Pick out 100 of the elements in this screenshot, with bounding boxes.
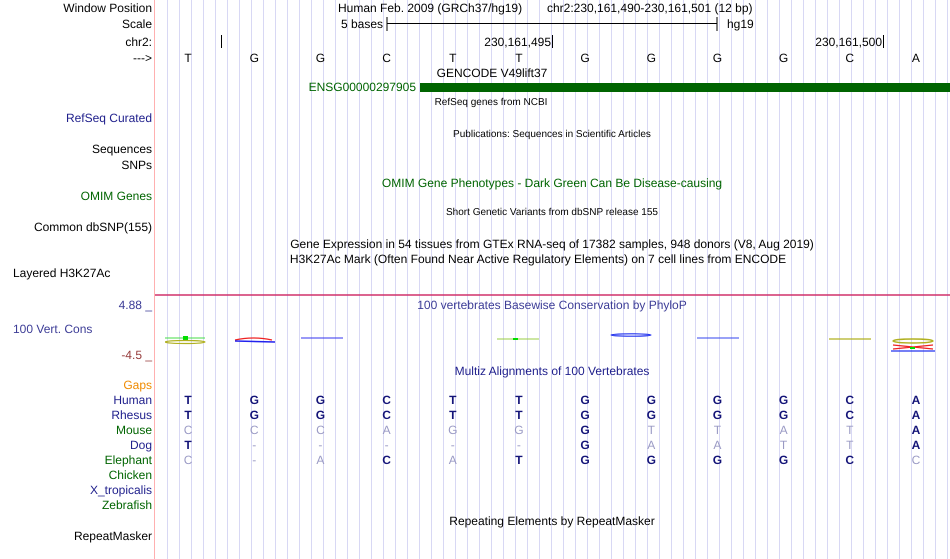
aligned-base: T bbox=[515, 393, 523, 407]
aligned-base: G bbox=[646, 393, 656, 407]
aligned-base: G bbox=[712, 453, 722, 467]
assembly-db-label: hg19 bbox=[727, 17, 754, 31]
species-label: X_tropicalis bbox=[90, 483, 152, 497]
track-label: Gaps bbox=[123, 378, 152, 392]
aligned-base: C bbox=[912, 453, 920, 467]
aligned-base: C bbox=[184, 423, 192, 437]
aligned-base: G bbox=[514, 423, 524, 437]
aligned-base: T bbox=[515, 453, 523, 467]
track-title: Repeating Elements by RepeatMasker bbox=[449, 514, 655, 528]
aligned-base: C bbox=[250, 423, 259, 437]
track-label: -4.5 _ bbox=[121, 348, 152, 362]
track-label: chr2: bbox=[125, 35, 152, 49]
species-label: Dog bbox=[130, 438, 152, 452]
aligned-base: G bbox=[448, 423, 458, 437]
aligned-base: C bbox=[184, 453, 192, 467]
aligned-base: T bbox=[846, 423, 854, 437]
track-label: Scale bbox=[122, 17, 152, 31]
aligned-base: - bbox=[516, 438, 521, 452]
track-title: RefSeq genes from NCBI bbox=[434, 96, 548, 110]
track-title: Publications: Sequences in Scientific Articles bbox=[453, 128, 651, 142]
aligned-base: G bbox=[712, 393, 722, 407]
gene-bar[interactable] bbox=[420, 83, 950, 92]
aligned-base: C bbox=[382, 408, 391, 422]
species-label: Human bbox=[113, 393, 152, 407]
position-range: chr2:230,161,490-230,161,501 (12 bp) bbox=[547, 1, 752, 15]
aligned-base: T bbox=[648, 423, 655, 437]
aligned-base: A bbox=[912, 393, 920, 407]
track-label: Layered H3K27Ac bbox=[13, 266, 110, 280]
track-title: Gene Expression in 54 tissues from GTEx RNA-seq of 17382 samples, 948 donors (V8, Aug 2019) bbox=[290, 237, 814, 251]
base-letter: C bbox=[382, 51, 391, 65]
aligned-base: - bbox=[450, 438, 455, 452]
aligned-base: T bbox=[714, 423, 722, 437]
aligned-base: G bbox=[778, 453, 788, 467]
aligned-base: T bbox=[449, 393, 456, 407]
aligned-base: A bbox=[912, 408, 920, 422]
track-title: H3K27Ac Mark (Often Found Near Active Regulatory Elements) on 7 cell lines from ENCODE bbox=[290, 252, 786, 266]
species-label: Chicken bbox=[108, 468, 152, 482]
aligned-base: T bbox=[846, 438, 854, 452]
base-letter: T bbox=[184, 51, 192, 65]
track-label: ---> bbox=[133, 51, 152, 65]
base-letter: T bbox=[515, 51, 523, 65]
aligned-base: G bbox=[778, 408, 788, 422]
species-label: Mouse bbox=[116, 423, 152, 437]
track-label: Sequences bbox=[92, 142, 152, 156]
aligned-base: G bbox=[580, 408, 590, 422]
track-title: OMIM Gene Phenotypes - Dark Green Can Be Disease-causing bbox=[382, 176, 722, 190]
aligned-base: T bbox=[184, 438, 192, 452]
base-letter: G bbox=[250, 51, 259, 65]
ruler-position: 230,161,495 bbox=[484, 35, 551, 49]
aligned-base: - bbox=[252, 438, 256, 452]
species-label: Elephant bbox=[104, 453, 152, 467]
track-label: 4.88 _ bbox=[118, 298, 152, 312]
tick-mark bbox=[552, 35, 553, 48]
aligned-base: A bbox=[912, 423, 920, 437]
aligned-base: C bbox=[316, 423, 325, 437]
aligned-base: C bbox=[845, 408, 854, 422]
base-letter: G bbox=[712, 51, 722, 65]
aligned-base: G bbox=[646, 453, 656, 467]
scale-label: 5 bases bbox=[340, 17, 383, 31]
aligned-base: G bbox=[316, 408, 326, 422]
aligned-base: G bbox=[580, 393, 590, 407]
aligned-base: T bbox=[780, 438, 788, 452]
aligned-base: G bbox=[712, 408, 722, 422]
aligned-base: T bbox=[184, 393, 192, 407]
species-label: Rhesus bbox=[111, 408, 152, 422]
aligned-base: A bbox=[780, 423, 788, 437]
aligned-base: - bbox=[252, 453, 256, 467]
aligned-base: G bbox=[250, 408, 259, 422]
track-title: Short Genetic Variants from dbSNP release 155 bbox=[446, 206, 658, 220]
aligned-base: A bbox=[912, 438, 920, 452]
aligned-base: T bbox=[515, 408, 523, 422]
aligned-base: A bbox=[382, 423, 391, 437]
base-letter: T bbox=[449, 51, 456, 65]
species-label: Zebrafish bbox=[102, 498, 152, 512]
track-label: Common dbSNP(155) bbox=[34, 220, 152, 234]
base-letter: G bbox=[778, 51, 788, 65]
track-title: Multiz Alignments of 100 Vertebrates bbox=[454, 364, 650, 378]
aligned-base: A bbox=[316, 453, 324, 467]
aligned-base: G bbox=[250, 393, 259, 407]
aligned-base: - bbox=[318, 438, 322, 452]
aligned-base: - bbox=[384, 438, 389, 452]
aligned-base: C bbox=[382, 393, 391, 407]
track-label: Window Position bbox=[63, 1, 152, 15]
base-letter: C bbox=[845, 51, 854, 65]
aligned-base: C bbox=[845, 393, 854, 407]
aligned-base: G bbox=[580, 453, 590, 467]
aligned-base: T bbox=[184, 408, 192, 422]
track-label: RepeatMasker bbox=[74, 529, 152, 543]
track-label: RefSeq Curated bbox=[66, 111, 152, 125]
base-letter: G bbox=[316, 51, 326, 65]
tick-mark bbox=[883, 35, 884, 48]
aligned-base: G bbox=[316, 393, 326, 407]
aligned-base: G bbox=[580, 423, 590, 437]
base-letter: A bbox=[912, 51, 920, 65]
aligned-base: A bbox=[448, 453, 457, 467]
track-label: OMIM Genes bbox=[80, 189, 152, 203]
ruler-position: 230,161,500 bbox=[815, 35, 882, 49]
base-letter: G bbox=[580, 51, 590, 65]
